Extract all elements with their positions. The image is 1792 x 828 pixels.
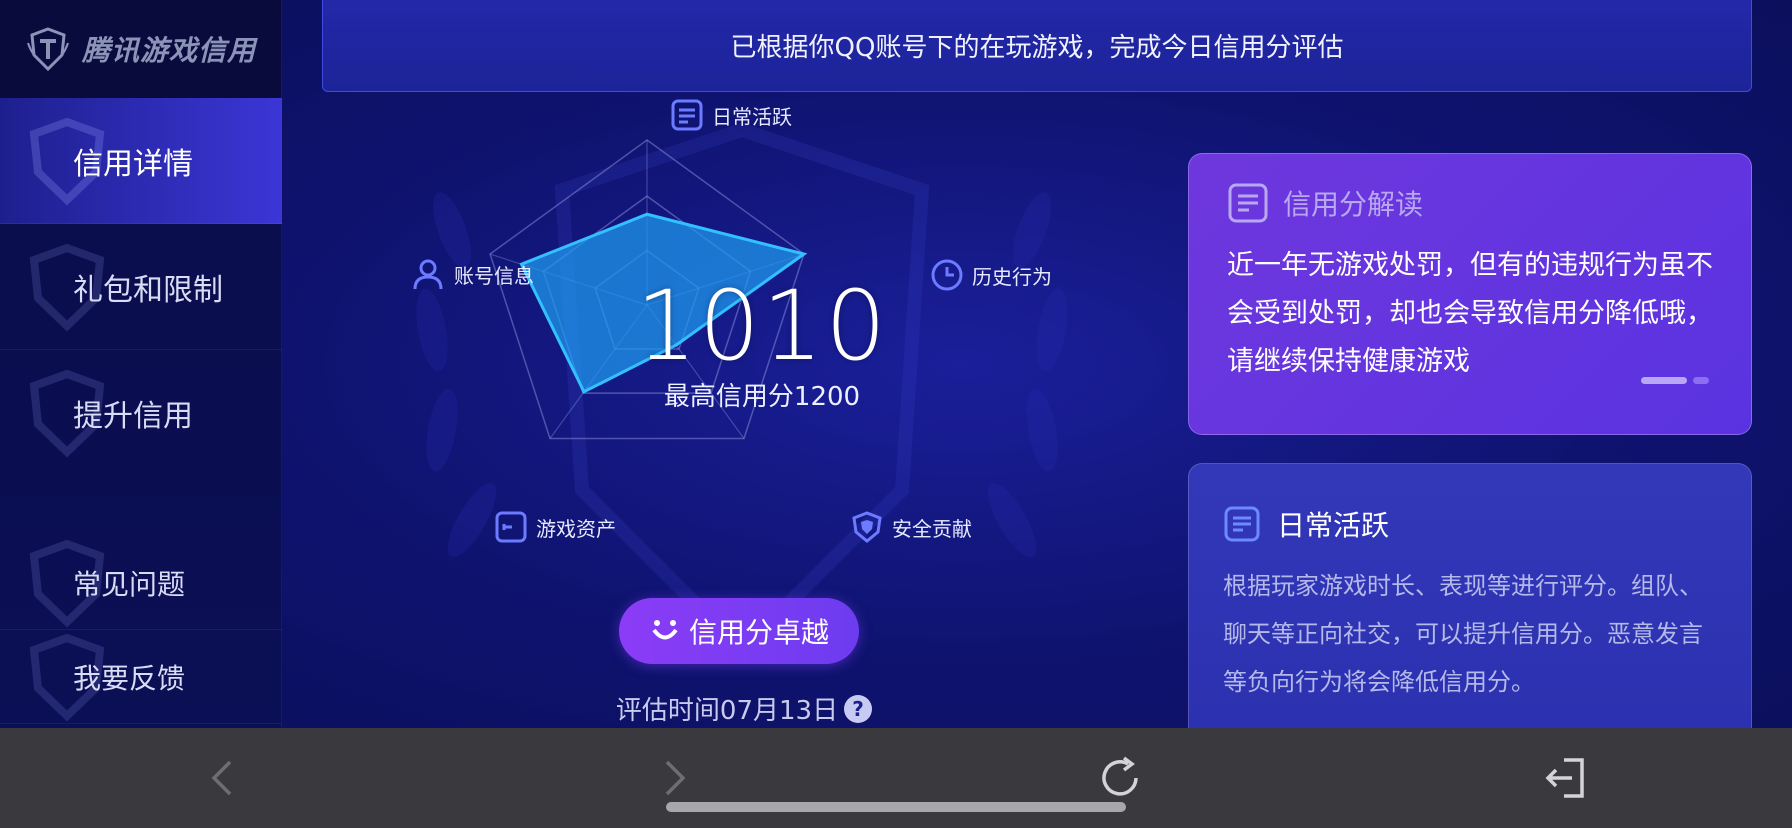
- chevron-left-icon: [211, 760, 232, 796]
- radar-label-daily-active: 日常活跃: [670, 98, 792, 132]
- chevron-right-icon: [665, 760, 686, 796]
- sidebar-item-label: 提升信用: [73, 399, 193, 434]
- back-button[interactable]: [196, 750, 252, 806]
- brand: 腾讯游戏信用: [0, 0, 281, 98]
- card-icon: [495, 511, 527, 543]
- sidebar-item-label: 常见问题: [73, 567, 186, 601]
- reload-button[interactable]: [1092, 750, 1148, 806]
- forward-button[interactable]: [645, 750, 701, 806]
- credit-level-badge[interactable]: 信用分卓越: [619, 598, 859, 664]
- brand-title: 腾讯游戏信用: [82, 34, 257, 67]
- sidebar-item-label: 礼包和限制: [73, 272, 223, 308]
- radar-label-assets: 游戏资产: [494, 510, 616, 544]
- document-icon: [671, 99, 703, 131]
- card-header: 信用分解读: [1227, 182, 1713, 224]
- shield-icon: [852, 511, 882, 543]
- credit-score-value: 1010: [635, 270, 889, 382]
- radar-label-text: 账号信息: [454, 263, 534, 288]
- main-content: 已根据你QQ账号下的在玩游戏，完成今日信用分评估 日常活跃 历史行为 安全贡献: [282, 0, 1792, 728]
- credit-interpretation-card: 信用分解读 近一年无游戏处罚，但有的违规行为虽不会受到处罚，却也会导致信用分降低…: [1188, 153, 1752, 435]
- sidebar-item-faq[interactable]: 常见问题: [0, 536, 282, 630]
- radar-label-history: 历史行为: [930, 258, 1052, 292]
- help-icon[interactable]: ?: [844, 694, 873, 723]
- card-body: 根据玩家游戏时长、表现等进行评分。组队、聊天等正向社交，可以提升信用分。恶意发言…: [1223, 572, 1703, 696]
- sidebar: 腾讯游戏信用 信用详情 礼包和限制 提升信用 常见问题 我要反馈: [0, 0, 282, 728]
- smile-icon: [652, 620, 678, 640]
- radar-label-text: 游戏资产: [536, 516, 616, 541]
- evaluation-time-text: 评估时间07月13日: [615, 696, 839, 726]
- sidebar-item-label: 信用详情: [73, 146, 193, 182]
- sidebar-item-label: 我要反馈: [73, 661, 186, 695]
- brand-logo-icon: [27, 27, 69, 72]
- refresh-icon: [1102, 756, 1138, 796]
- max-score-label: 最高信用分1200: [663, 382, 861, 412]
- sidebar-item-credit-details[interactable]: 信用详情: [0, 98, 282, 224]
- sidebar-item-feedback[interactable]: 我要反馈: [0, 630, 282, 724]
- radar-label-text: 历史行为: [972, 264, 1052, 289]
- clock-icon: [931, 259, 963, 291]
- card-title: 日常活跃: [1277, 509, 1390, 542]
- document-icon: [1228, 183, 1268, 223]
- daily-activity-card: 日常活跃 根据玩家游戏时长、表现等进行评分。组队、聊天等正向社交，可以提升信用分…: [1188, 463, 1752, 728]
- sidebar-item-gifts-limits[interactable]: 礼包和限制: [0, 224, 282, 350]
- sidebar-item-improve-credit[interactable]: 提升信用: [0, 350, 282, 476]
- exit-icon: [1545, 758, 1584, 798]
- carousel-dot-active[interactable]: [1641, 377, 1687, 384]
- radar-label-text: 日常活跃: [712, 104, 792, 129]
- credit-level-text: 信用分卓越: [688, 616, 829, 649]
- card-title: 信用分解读: [1283, 188, 1424, 221]
- carousel-indicator[interactable]: [1641, 377, 1709, 384]
- radar-label-security: 安全贡献: [850, 510, 972, 544]
- card-header: 日常活跃: [1223, 504, 1717, 544]
- exit-button[interactable]: [1538, 750, 1594, 806]
- app-root: 腾讯游戏信用 信用详情 礼包和限制 提升信用 常见问题 我要反馈 已根据你QQ账…: [0, 0, 1792, 828]
- radar-label-text: 安全贡献: [892, 516, 972, 541]
- user-icon: [413, 259, 443, 290]
- evaluation-time: 评估时间07月13日 ?: [604, 690, 884, 727]
- document-icon: [1224, 506, 1260, 542]
- carousel-dot[interactable]: [1693, 377, 1709, 384]
- card-body: 近一年无游戏处罚，但有的违规行为虽不会受到处罚，却也会导致信用分降低哦，请继续保…: [1227, 250, 1713, 377]
- browser-toolbar: [0, 728, 1792, 828]
- home-indicator[interactable]: [666, 802, 1126, 812]
- radar-label-account-info: 账号信息: [410, 256, 534, 292]
